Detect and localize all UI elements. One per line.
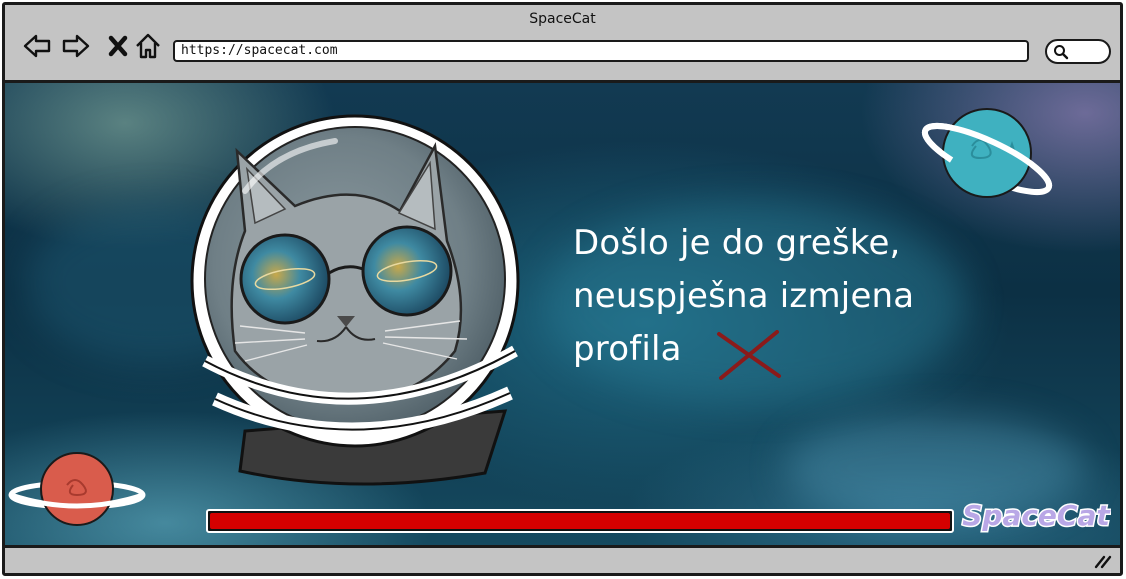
search-field[interactable] [1045,39,1111,64]
window-title: SpaceCat [529,11,596,27]
astronaut-cat-illustration [190,114,520,486]
status-bar [5,545,1120,573]
forward-arrow-icon[interactable] [61,31,91,61]
back-arrow-icon[interactable] [22,31,52,61]
progress-bar [206,509,954,533]
cross-icon [717,330,781,380]
svg-text:SpaceCat: SpaceCat [962,499,1111,532]
search-icon [1054,45,1069,60]
browser-toolbar: SpaceCat https://spacecat.com [5,5,1120,83]
url-input[interactable]: https://spacecat.com [173,40,1029,62]
error-message-line: profila [573,329,682,369]
error-message-line: neuspješna izmjena [573,276,915,316]
blue-planet-illustration [921,108,1053,198]
error-message-line: Došlo je do greške, [573,223,901,263]
page-viewport: Došlo je do greške, neuspješna izmjena p… [5,83,1120,548]
stop-close-icon[interactable] [103,31,133,61]
home-icon[interactable] [133,31,163,61]
red-planet-illustration [8,452,146,526]
error-message: Došlo je do greške, neuspješna izmjena p… [573,217,1013,376]
progress-bar-fill [210,513,950,529]
resize-grip-icon[interactable] [1094,553,1112,569]
spacecat-logo: SpaceCat [961,493,1113,537]
browser-window: SpaceCat https://spacecat.com Došlo je d… [2,2,1123,576]
